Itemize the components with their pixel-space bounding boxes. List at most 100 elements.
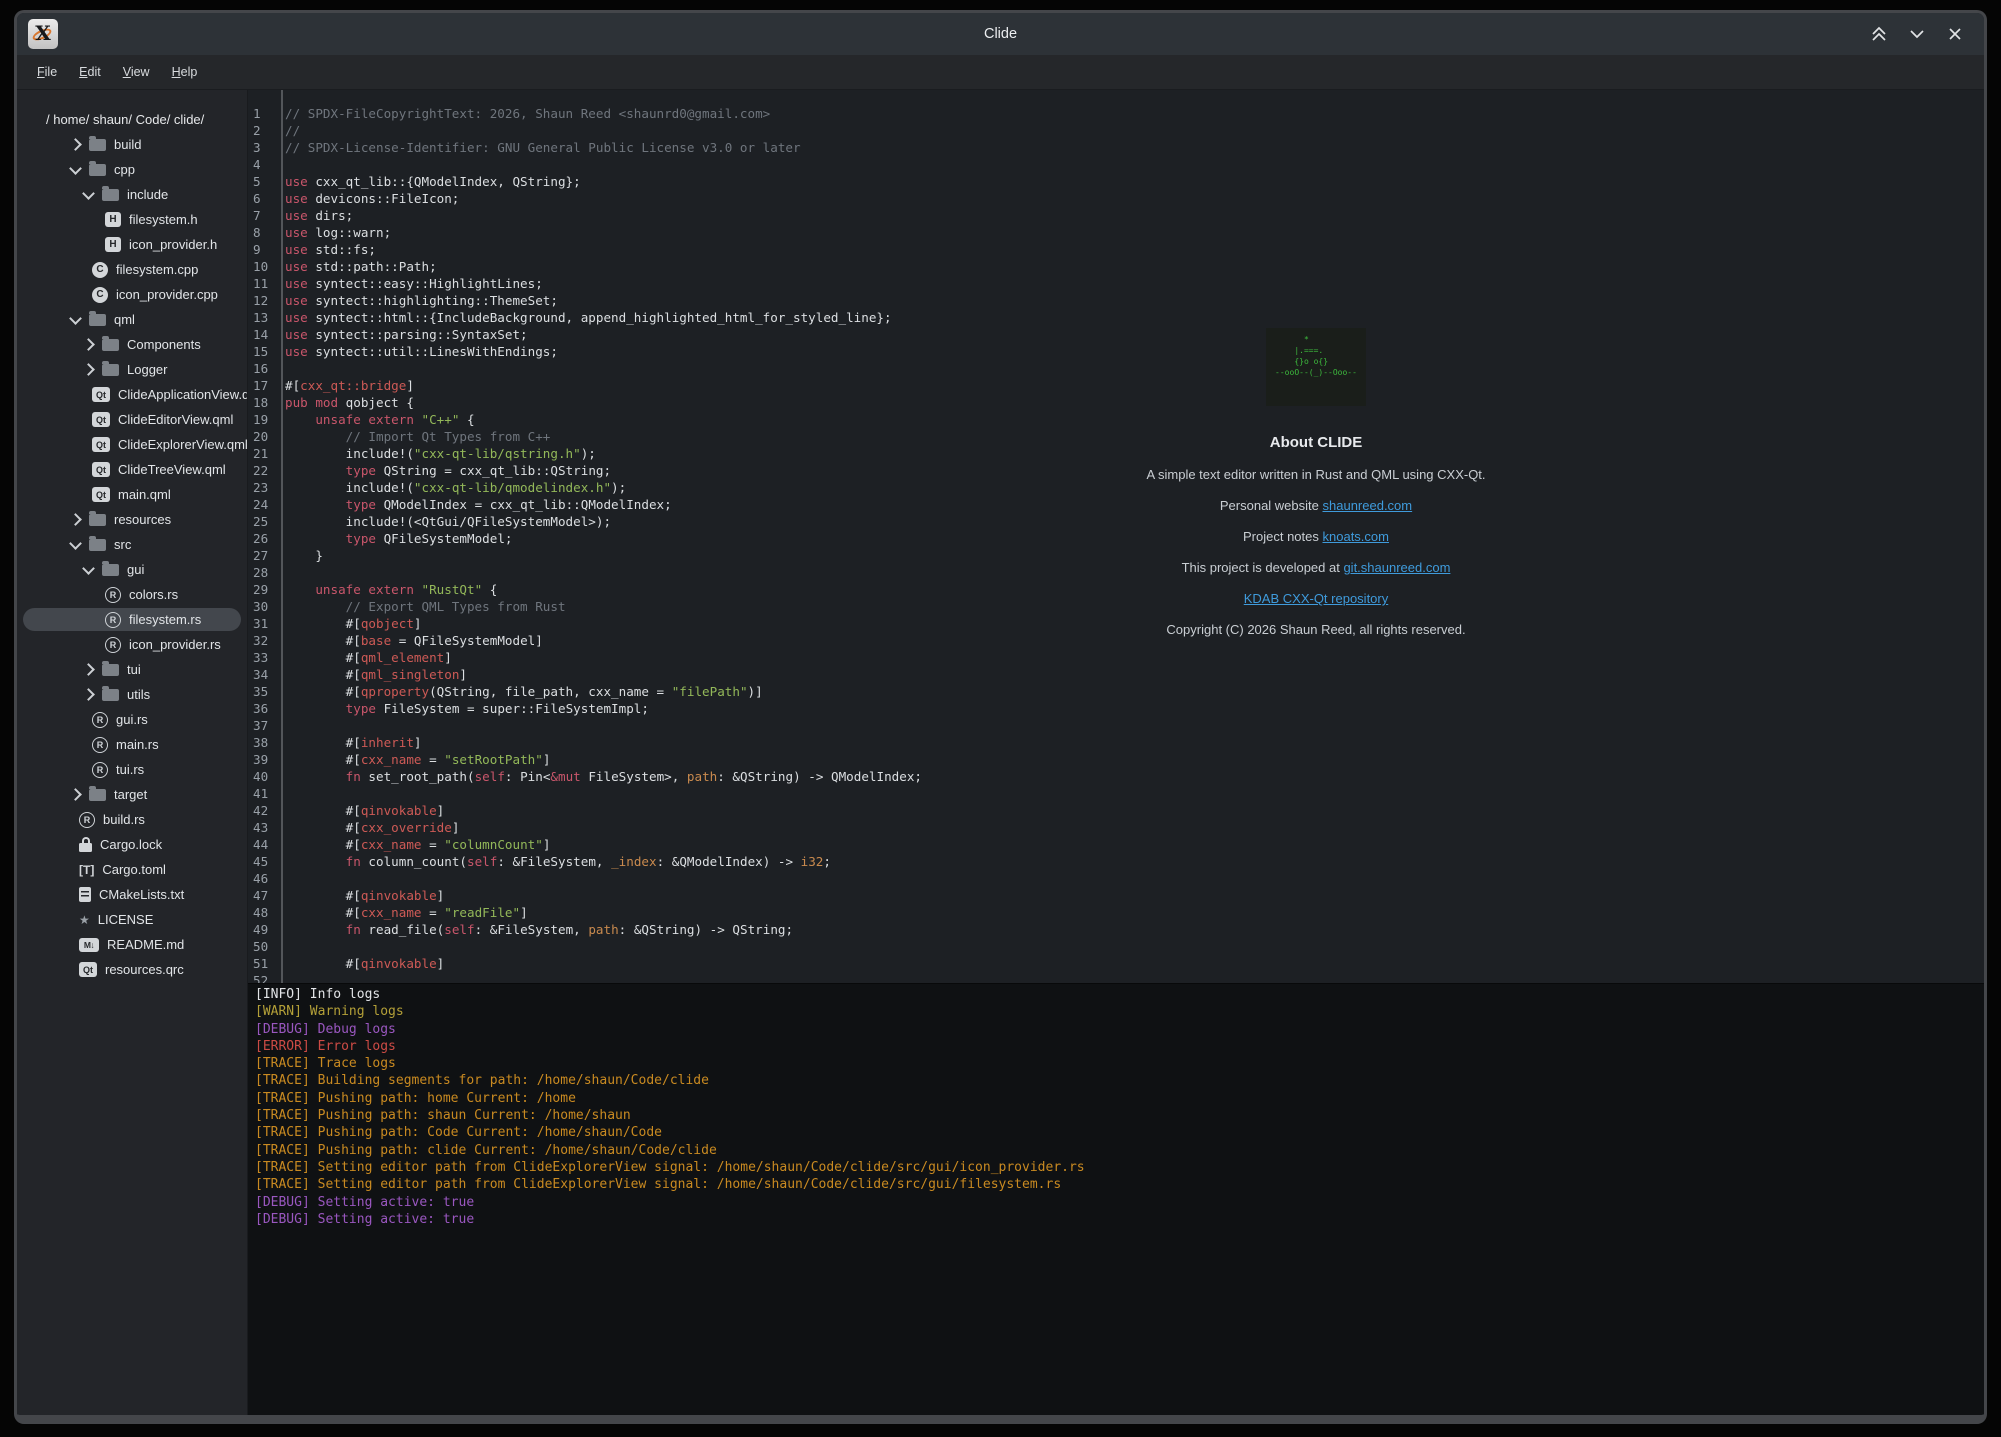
tree-item-include[interactable]: include: [17, 182, 247, 207]
chevron-right-icon[interactable]: [69, 788, 82, 801]
tree-item-label: CMakeLists.txt: [99, 887, 184, 902]
line-content: [281, 156, 285, 173]
tree-item-components[interactable]: Components: [17, 332, 247, 357]
tree-item-main-qml[interactable]: Qtmain.qml: [17, 482, 247, 507]
log-line: [DEBUG] Debug logs: [255, 1021, 1984, 1038]
rs-file-icon: R: [79, 812, 95, 828]
line-number: 37: [248, 717, 281, 734]
tree-item-label: Logger: [127, 362, 167, 377]
chevron-right-icon[interactable]: [82, 688, 95, 701]
line-number: 7: [248, 207, 281, 224]
chevron-down-icon[interactable]: [82, 187, 95, 200]
tree-item-label: cpp: [114, 162, 135, 177]
about-link-row: KDAB CXX-Qt repository: [1136, 591, 1496, 606]
chevron-down-icon[interactable]: [69, 537, 82, 550]
about-panel: * |.===. {}o o{} --ooO--(_)--Ooo-- About…: [1136, 328, 1496, 637]
shade-button[interactable]: [1868, 23, 1890, 45]
tree-item-readme-md[interactable]: M↓README.md: [17, 932, 247, 957]
rs-file-icon: R: [92, 737, 108, 753]
chevron-right-icon[interactable]: [69, 513, 82, 526]
tree-item-build[interactable]: build: [17, 132, 247, 157]
file-explorer[interactable]: / home/ shaun/ Code/ clide/ buildcppincl…: [17, 90, 248, 1415]
tree-item-label: colors.rs: [129, 587, 178, 602]
line-content: [281, 717, 285, 734]
about-link[interactable]: KDAB CXX-Qt repository: [1244, 591, 1389, 606]
tree-item-qml[interactable]: qml: [17, 307, 247, 332]
line-content: type FileSystem = super::FileSystemImpl;: [281, 700, 649, 717]
line-number: 16: [248, 360, 281, 377]
line-number: 51: [248, 955, 281, 972]
chevron-right-icon[interactable]: [82, 663, 95, 676]
code-line: 43 #[cxx_override]: [248, 819, 1984, 836]
tree-item-resources-qrc[interactable]: Qtresources.qrc: [17, 957, 247, 982]
tree-item-clideeditorview-qml[interactable]: QtClideEditorView.qml: [17, 407, 247, 432]
tree-item-tui-rs[interactable]: Rtui.rs: [17, 757, 247, 782]
tree-item-license[interactable]: ★LICENSE: [17, 907, 247, 932]
chevron-right-icon[interactable]: [82, 363, 95, 376]
tree-item-icon-provider-h[interactable]: Hicon_provider.h: [17, 232, 247, 257]
qt-file-icon: Qt: [92, 387, 110, 402]
line-content: #[qobject]: [281, 615, 422, 632]
code-line: 47 #[qinvokable]: [248, 887, 1984, 904]
qt-file-icon: Qt: [92, 412, 110, 427]
about-link[interactable]: knoats.com: [1323, 529, 1389, 544]
tree-item-build-rs[interactable]: Rbuild.rs: [17, 807, 247, 832]
minimize-button[interactable]: [1906, 23, 1928, 45]
tree-item-cargo-toml[interactable]: [T]Cargo.toml: [17, 857, 247, 882]
about-link[interactable]: git.shaunreed.com: [1343, 560, 1450, 575]
tree-item-clideapplicationview-qml[interactable]: QtClideApplicationView.qml: [17, 382, 247, 407]
code-editor[interactable]: 1// SPDX-FileCopyrightText: 2026, Shaun …: [248, 90, 1984, 983]
tree-item-cmakelists-txt[interactable]: CMakeLists.txt: [17, 882, 247, 907]
chevron-down-icon[interactable]: [69, 312, 82, 325]
line-content: // SPDX-FileCopyrightText: 2026, Shaun R…: [281, 105, 770, 122]
about-title: About CLIDE: [1136, 434, 1496, 451]
tree-item-cargo-lock[interactable]: Cargo.lock: [17, 832, 247, 857]
code-line: 1// SPDX-FileCopyrightText: 2026, Shaun …: [248, 105, 1984, 122]
menu-view[interactable]: View: [113, 61, 160, 83]
line-content: use devicons::FileIcon;: [281, 190, 459, 207]
tree-item-cpp[interactable]: cpp: [17, 157, 247, 182]
tree-item-gui[interactable]: gui: [17, 557, 247, 582]
log-line: [INFO] Info logs: [255, 986, 1984, 1003]
tree-item-clidetreeview-qml[interactable]: QtClideTreeView.qml: [17, 457, 247, 482]
tree-item-resources[interactable]: resources: [17, 507, 247, 532]
tree-item-gui-rs[interactable]: Rgui.rs: [17, 707, 247, 732]
tree-item-src[interactable]: src: [17, 532, 247, 557]
line-number: 10: [248, 258, 281, 275]
tree-item-utils[interactable]: utils: [17, 682, 247, 707]
line-number: 44: [248, 836, 281, 853]
rs-file-icon: R: [92, 712, 108, 728]
chevron-down-icon[interactable]: [82, 562, 95, 575]
code-line: 19 unsafe extern "C++" {: [248, 411, 1984, 428]
line-content: //: [281, 122, 300, 139]
tree-item-icon-provider-cpp[interactable]: Cicon_provider.cpp: [17, 282, 247, 307]
line-number: 12: [248, 292, 281, 309]
tree-item-icon-provider-rs[interactable]: Ricon_provider.rs: [17, 632, 247, 657]
folder-icon: [102, 339, 119, 351]
log-line: [TRACE] Setting editor path from ClideEx…: [255, 1176, 1984, 1193]
chevron-right-icon[interactable]: [82, 338, 95, 351]
menu-file[interactable]: File: [27, 61, 67, 83]
line-content: [281, 785, 285, 802]
tree-item-logger[interactable]: Logger: [17, 357, 247, 382]
chevron-right-icon[interactable]: [69, 138, 82, 151]
tree-item-filesystem-rs[interactable]: Rfilesystem.rs: [17, 607, 247, 632]
line-number: 48: [248, 904, 281, 921]
tree-item-target[interactable]: target: [17, 782, 247, 807]
tree-item-filesystem-cpp[interactable]: Cfilesystem.cpp: [17, 257, 247, 282]
qt-file-icon: Qt: [92, 487, 110, 502]
close-button[interactable]: [1944, 23, 1966, 45]
menu-help[interactable]: Help: [162, 61, 208, 83]
title-bar[interactable]: X Clide: [17, 13, 1984, 55]
chevron-down-icon[interactable]: [69, 162, 82, 175]
tree-item-colors-rs[interactable]: Rcolors.rs: [17, 582, 247, 607]
about-link[interactable]: shaunreed.com: [1323, 498, 1413, 513]
tree-item-filesystem-h[interactable]: Hfilesystem.h: [17, 207, 247, 232]
tree-item-clideexplorerview-qml[interactable]: QtClideExplorerView.qml: [17, 432, 247, 457]
tree-item-label: ClideTreeView.qml: [118, 462, 226, 477]
menu-edit[interactable]: Edit: [69, 61, 111, 83]
folder-icon: [89, 139, 106, 151]
tree-item-main-rs[interactable]: Rmain.rs: [17, 732, 247, 757]
log-console[interactable]: [INFO] Info logs[WARN] Warning logs[DEBU…: [248, 983, 1984, 1415]
tree-item-tui[interactable]: tui: [17, 657, 247, 682]
